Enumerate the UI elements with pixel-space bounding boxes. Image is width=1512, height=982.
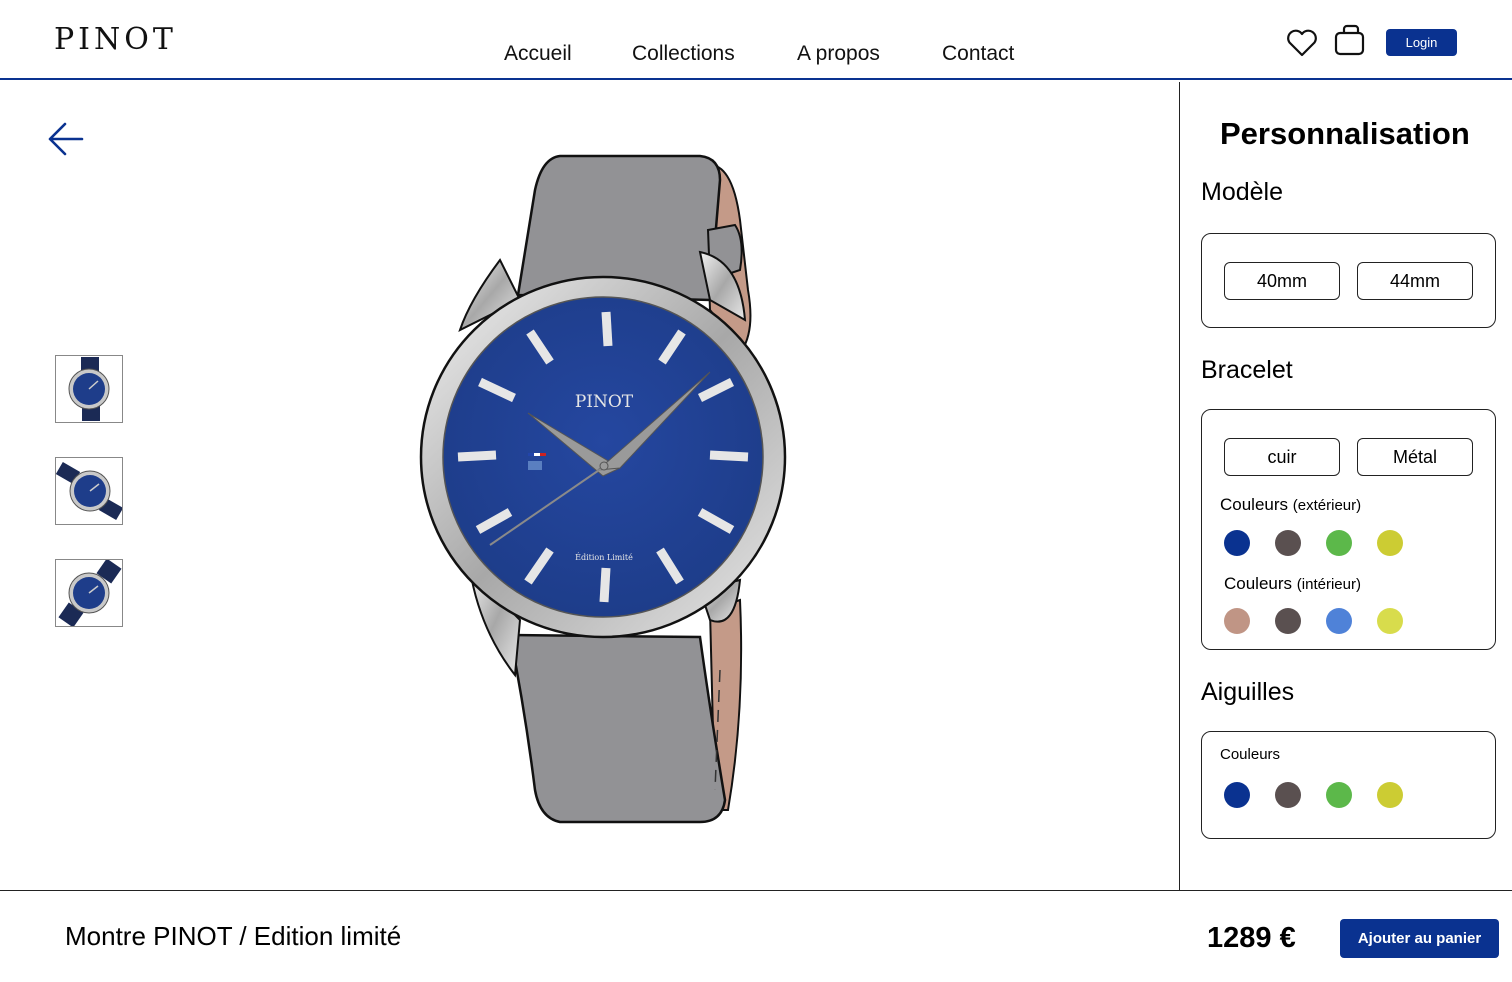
- nav-collections[interactable]: Collections: [632, 42, 735, 66]
- int-colors-text: Couleurs: [1224, 574, 1293, 593]
- bracelet-int-color-1[interactable]: [1224, 608, 1250, 634]
- int-colors-label: Couleurs (intérieur): [1224, 574, 1361, 594]
- bracelet-ext-color-2[interactable]: [1275, 530, 1301, 556]
- aiguilles-color-4[interactable]: [1377, 782, 1403, 808]
- ext-colors-label: Couleurs (extérieur): [1220, 495, 1361, 515]
- product-name: Montre PINOT / Edition limité: [65, 921, 402, 951]
- bracelet-ext-color-1[interactable]: [1224, 530, 1250, 556]
- bracelet-ext-color-4[interactable]: [1377, 530, 1403, 556]
- thumbnail-3[interactable]: [55, 558, 123, 628]
- thumbnail-2[interactable]: [55, 457, 124, 525]
- dial-brand-text: PINOT: [575, 392, 634, 412]
- aiguilles-color-1[interactable]: [1224, 782, 1250, 808]
- product-price: 1289 €: [1207, 922, 1296, 954]
- bracelet-metal-button[interactable]: Métal: [1357, 438, 1473, 476]
- bracelet-int-color-4[interactable]: [1377, 608, 1403, 634]
- bracelet-ext-color-3[interactable]: [1326, 530, 1352, 556]
- ext-colors-note: (extérieur): [1292, 497, 1362, 514]
- watch-thumbnail-image: [68, 357, 110, 421]
- bracelet-int-color-2[interactable]: [1275, 608, 1301, 634]
- thumbnail-1[interactable]: [55, 355, 123, 423]
- aiguilles-color-3[interactable]: [1326, 782, 1352, 808]
- aiguilles-color-2[interactable]: [1275, 782, 1301, 808]
- section-aiguilles-title: Aiguilles: [1201, 678, 1295, 706]
- modele-44mm-button[interactable]: 44mm: [1357, 262, 1473, 300]
- site-header: PINOT Accueil Collections A propos Conta…: [0, 0, 1512, 80]
- bracelet-int-color-3[interactable]: [1326, 608, 1352, 634]
- bracelet-cuir-button[interactable]: cuir: [1224, 438, 1340, 476]
- watch-illustration: PINOT Édition Limité: [419, 154, 787, 824]
- section-bracelet-title: Bracelet: [1201, 356, 1293, 384]
- aiguilles-colors-label: Couleurs: [1220, 746, 1281, 763]
- ext-colors-text: Couleurs: [1220, 495, 1289, 514]
- login-button[interactable]: Login: [1386, 29, 1457, 56]
- heart-icon[interactable]: [1286, 29, 1318, 57]
- int-colors-note: (intérieur): [1296, 576, 1361, 593]
- nav-a-propos[interactable]: A propos: [797, 42, 880, 66]
- sidebar-title: Personnalisation: [1220, 116, 1470, 151]
- back-arrow-icon[interactable]: [48, 122, 84, 156]
- dial-edition-text: Édition Limité: [575, 553, 633, 562]
- add-to-cart-button[interactable]: Ajouter au panier: [1340, 919, 1499, 958]
- section-modele-title: Modèle: [1201, 178, 1283, 206]
- watch-thumbnail-image: [58, 558, 122, 628]
- bag-icon[interactable]: [1334, 24, 1366, 56]
- brand-logo[interactable]: PINOT: [54, 22, 177, 57]
- nav-contact[interactable]: Contact: [942, 42, 1014, 66]
- nav-accueil[interactable]: Accueil: [504, 42, 572, 66]
- watch-thumbnail-image: [55, 461, 124, 521]
- modele-40mm-button[interactable]: 40mm: [1224, 262, 1340, 300]
